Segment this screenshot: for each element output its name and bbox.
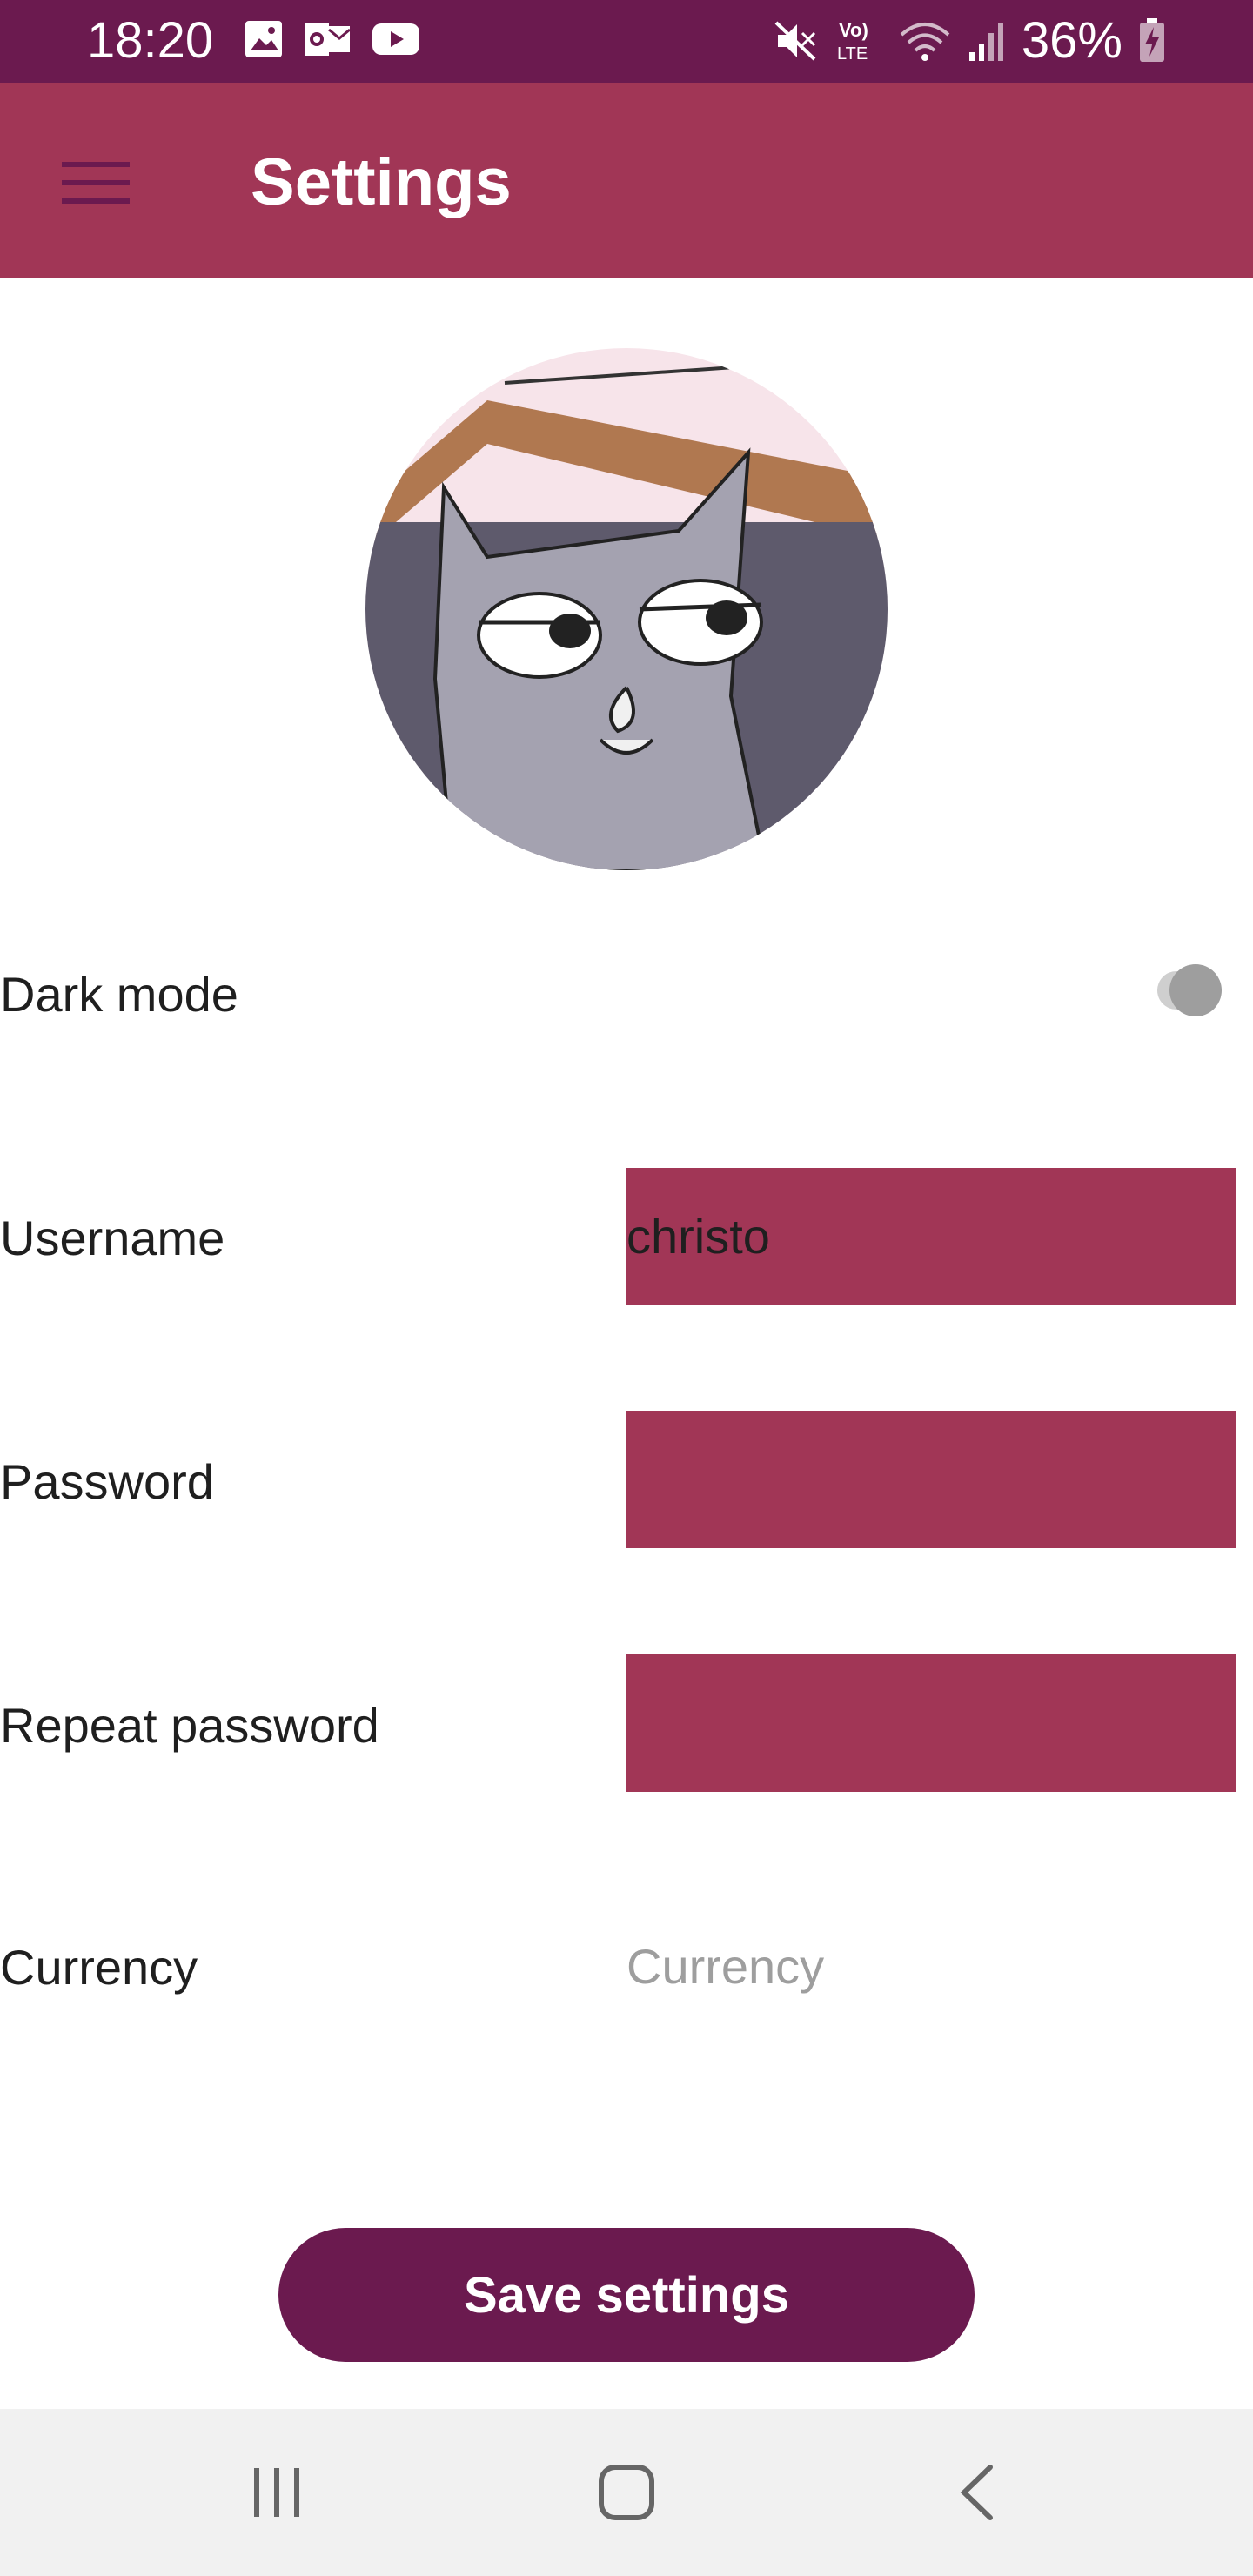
home-button[interactable] bbox=[539, 2409, 714, 2576]
wifi-icon bbox=[900, 23, 950, 61]
image-icon bbox=[245, 21, 282, 57]
back-icon bbox=[960, 2465, 993, 2520]
hamburger-menu-icon bbox=[62, 162, 130, 204]
menu-button[interactable] bbox=[52, 144, 139, 222]
status-bar: 18:20 Vo) LTE 36% bbox=[0, 0, 1253, 83]
avatar[interactable] bbox=[365, 348, 888, 870]
password-input[interactable] bbox=[626, 1411, 1236, 1548]
app-bar: Settings bbox=[0, 83, 1253, 278]
mute-icon bbox=[774, 21, 816, 61]
home-icon bbox=[599, 2465, 654, 2520]
username-label: Username bbox=[0, 1211, 225, 1265]
svg-text:Vo): Vo) bbox=[839, 19, 868, 41]
signal-icon bbox=[968, 23, 1003, 61]
status-notification-icons bbox=[244, 19, 421, 59]
youtube-icon bbox=[372, 23, 419, 55]
page-title: Settings bbox=[251, 145, 512, 219]
cartoon-cat-avatar bbox=[365, 348, 888, 870]
dark-mode-toggle[interactable] bbox=[1157, 964, 1222, 1016]
password-label: Password bbox=[0, 1454, 214, 1509]
username-input[interactable]: christo bbox=[626, 1168, 1236, 1305]
back-button[interactable] bbox=[889, 2409, 1063, 2576]
username-value: christo bbox=[626, 1209, 770, 1264]
repeat-password-label: Repeat password bbox=[0, 1698, 379, 1753]
battery-charging-icon bbox=[1140, 18, 1164, 62]
currency-label: Currency bbox=[0, 1940, 198, 1995]
dark-mode-label: Dark mode bbox=[0, 967, 238, 1022]
volte-icon: Vo) LTE bbox=[837, 19, 868, 64]
save-settings-button[interactable]: Save settings bbox=[278, 2228, 975, 2362]
outlook-icon bbox=[305, 23, 351, 56]
svg-text:LTE: LTE bbox=[837, 44, 868, 64]
navigation-bar bbox=[0, 2409, 1253, 2576]
recent-apps-button[interactable] bbox=[190, 2409, 364, 2576]
status-time: 18:20 bbox=[87, 12, 214, 69]
recent-apps-icon bbox=[254, 2468, 299, 2517]
battery-percent: 36% bbox=[1021, 12, 1122, 69]
currency-select[interactable]: Currency bbox=[626, 1936, 824, 1997]
toggle-thumb bbox=[1169, 964, 1222, 1016]
repeat-password-input[interactable] bbox=[626, 1654, 1236, 1792]
status-right-group: Vo) LTE 36% bbox=[773, 12, 1166, 70]
